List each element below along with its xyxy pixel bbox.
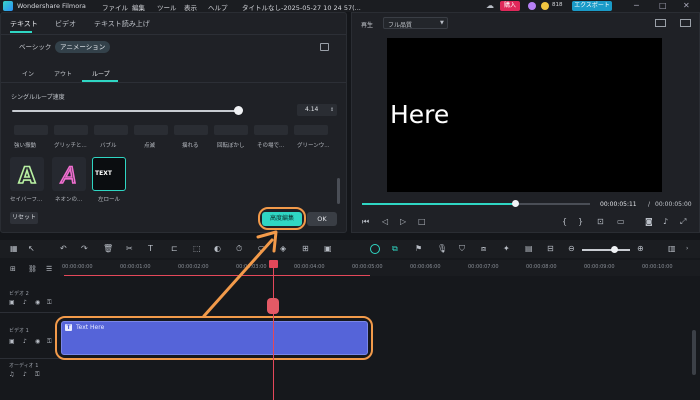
- annotation-arrow: [202, 230, 278, 318]
